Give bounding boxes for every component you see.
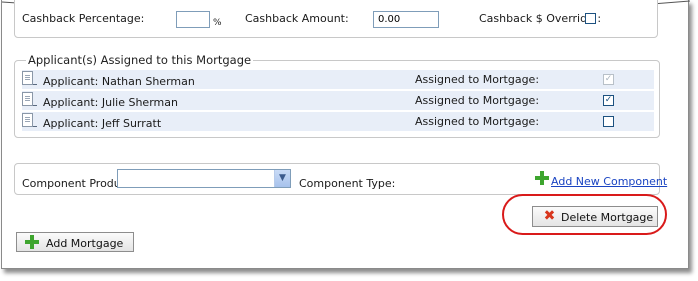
- chevron-down-icon[interactable]: ▼: [274, 170, 290, 187]
- add-mortgage-button[interactable]: Add Mortgage: [16, 232, 134, 252]
- add-mortgage-label: Add Mortgage: [46, 237, 124, 250]
- cashback-override-checkbox[interactable]: [585, 13, 596, 24]
- assigned-label: Assigned to Mortgage:: [415, 115, 540, 128]
- component-product-select[interactable]: ▼: [117, 169, 291, 188]
- add-new-component-link[interactable]: Add New Component: [551, 175, 667, 188]
- applicant-name: Applicant: Jeff Surratt: [43, 117, 162, 130]
- document-icon[interactable]: [22, 113, 33, 127]
- assigned-checkbox[interactable]: [603, 116, 614, 127]
- assigned-checkbox-disabled: ✓: [603, 74, 614, 85]
- cashback-amount-label: Cashback Amount:: [245, 12, 349, 25]
- cashback-percentage-label: Cashback Percentage:: [22, 12, 145, 25]
- assigned-label: Assigned to Mortgage:: [415, 94, 540, 107]
- cashback-override-label: Cashback $ Override :: [479, 12, 602, 25]
- cashback-amount-input[interactable]: [373, 11, 439, 28]
- highlight-circle: [502, 194, 667, 235]
- percent-sign: %: [213, 18, 222, 28]
- assigned-label: Assigned to Mortgage:: [415, 73, 540, 86]
- component-type-label: Component Type:: [299, 177, 396, 190]
- add-component-icon[interactable]: [535, 171, 549, 185]
- applicants-legend: Applicant(s) Assigned to this Mortgage: [26, 53, 254, 67]
- document-icon[interactable]: [22, 71, 33, 85]
- plus-icon: [25, 235, 39, 249]
- document-icon[interactable]: [22, 92, 33, 106]
- applicant-name: Applicant: Nathan Sherman: [43, 75, 195, 88]
- document-link-underline: [33, 126, 37, 127]
- applicant-name: Applicant: Julie Sherman: [43, 96, 178, 109]
- cashback-percentage-input[interactable]: [176, 11, 210, 28]
- document-link-underline: [33, 84, 37, 85]
- document-link-underline: [33, 105, 37, 106]
- assigned-checkbox[interactable]: ✓: [603, 95, 614, 106]
